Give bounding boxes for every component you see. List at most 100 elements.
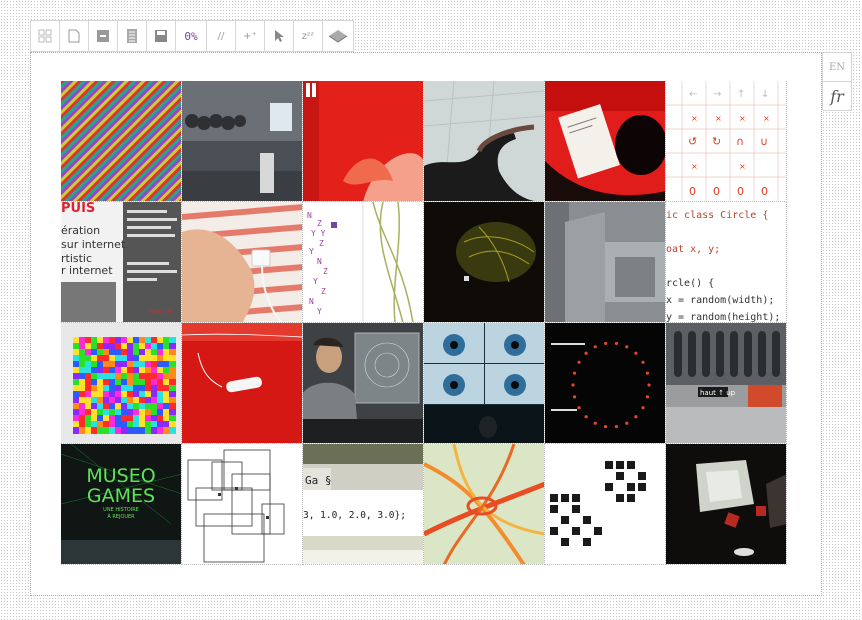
project-tile-man-screen[interactable]: [303, 323, 424, 444]
arrow-symbols-image: ← → ↑ ↓ × × × × × × ↺ ↻ ∩ ∪ 0 0 0 0: [666, 81, 786, 201]
museo-games-image: MUSEO GAMES UNE HISTOIRE À REJOUER: [61, 444, 181, 564]
svg-text:×: ×: [715, 114, 722, 123]
project-tile-stripes[interactable]: [61, 81, 182, 202]
project-tile-vent-device[interactable]: haut ↑ up: [666, 323, 787, 444]
poster-title: PUIS: [61, 202, 95, 216]
man-screen-image: [303, 323, 423, 443]
code-editor-image: Ga § 3, 1.0, 2.0, 3.0};: [303, 444, 423, 564]
project-tile-dark-projection[interactable]: [424, 202, 545, 323]
sleep-button[interactable]: zᶻᶻ: [294, 21, 323, 51]
line-boxes-image: [182, 444, 302, 564]
poster-line: RENT N: [149, 309, 172, 316]
language-fr-button[interactable]: fr: [822, 81, 852, 111]
museo-subtitle: UNE HISTOIRE: [103, 507, 139, 513]
svg-text:Z: Z: [319, 239, 324, 248]
grey-panels-image: [545, 202, 665, 322]
language-en-button[interactable]: EN: [822, 52, 852, 82]
layers-icon: [328, 30, 348, 43]
layers-button[interactable]: [323, 21, 353, 51]
svg-text:×: ×: [691, 162, 698, 171]
svg-text:Y: Y: [313, 277, 318, 286]
project-tile-red-poster[interactable]: [303, 81, 424, 202]
code-line: x = random(width);: [666, 295, 775, 306]
zoom-level[interactable]: 0%: [176, 21, 207, 51]
project-tile-hand-projection[interactable]: [424, 81, 545, 202]
code-line: y = random(height);: [666, 312, 781, 323]
project-tile-pixel-pattern[interactable]: [545, 444, 666, 565]
svg-text:Y Y: Y Y: [311, 229, 326, 238]
comment-button[interactable]: //: [207, 21, 236, 51]
toolbar: 0% // +⁺ zᶻᶻ: [30, 20, 354, 52]
svg-text:←: ←: [689, 89, 697, 100]
project-tile-line-boxes[interactable]: [182, 444, 303, 565]
grid-select-button[interactable]: [31, 21, 60, 51]
gallery-room-image: [182, 81, 302, 201]
svg-text:N: N: [317, 257, 322, 266]
svg-text:↑: ↑: [737, 89, 745, 100]
booklet-image: [545, 81, 665, 201]
project-tile-letter-sketch[interactable]: NZY YZYNZYZNY: [303, 202, 424, 323]
code-line: rcle() {: [666, 278, 715, 289]
letter-sketch-image: NZY YZYNZYZNY: [303, 202, 423, 322]
project-tile-road-map[interactable]: [424, 444, 545, 565]
dark-device-image: [666, 444, 786, 564]
project-tile-dark-device[interactable]: [666, 444, 787, 565]
project-tile-dots-circle[interactable]: [545, 323, 666, 444]
svg-text:∪: ∪: [760, 135, 768, 148]
project-tile-text-poster[interactable]: PUIS ération sur internet rtistic r inte…: [61, 202, 182, 323]
stripes-image: [61, 81, 181, 201]
save-icon: [155, 30, 167, 42]
list-button[interactable]: [118, 21, 147, 51]
project-tile-code-editor[interactable]: Ga § 3, 1.0, 2.0, 3.0};: [303, 444, 424, 565]
project-tile-code-circle[interactable]: ic class Circle { oat x, y; rcle() { x =…: [666, 202, 787, 323]
minimize-button[interactable]: [89, 21, 118, 51]
project-tile-booklet[interactable]: [545, 81, 666, 202]
svg-text:Z: Z: [321, 287, 326, 296]
page-icon: [68, 29, 80, 43]
project-tile-arrow-symbols[interactable]: ← → ↑ ↓ × × × × × × ↺ ↻ ∩ ∪ 0 0 0 0: [666, 81, 787, 202]
code-snippet: ic class Circle { oat x, y; rcle() { x =…: [666, 202, 786, 323]
svg-text:N: N: [309, 297, 314, 306]
red-controller-image: [182, 323, 302, 443]
code-line: oat x, y;: [666, 244, 721, 255]
minus-square-icon: [97, 30, 109, 42]
svg-text:↓: ↓: [761, 89, 769, 100]
road-map-image: [424, 444, 544, 564]
svg-text:0: 0: [761, 185, 768, 198]
project-tile-eyes-performance[interactable]: [424, 323, 545, 444]
editor-code-line: 3, 1.0, 2.0, 3.0};: [303, 510, 406, 521]
dots-circle-image: [545, 323, 665, 443]
svg-text:↺: ↺: [688, 135, 697, 148]
svg-text:×: ×: [763, 114, 770, 123]
svg-text:0: 0: [737, 185, 744, 198]
editor-tab: Ga §: [305, 474, 332, 487]
red-poster-image: [303, 81, 423, 201]
color-mosaic-image: [61, 323, 181, 443]
grid-select-icon: [38, 29, 52, 43]
svg-text:∩: ∩: [736, 135, 744, 148]
project-tile-gallery-room[interactable]: [182, 81, 303, 202]
save-button[interactable]: [147, 21, 176, 51]
svg-text:Y: Y: [309, 247, 314, 256]
add-button[interactable]: +⁺: [236, 21, 265, 51]
project-tile-grey-panels[interactable]: [545, 202, 666, 323]
svg-text:Z: Z: [323, 267, 328, 276]
new-page-button[interactable]: [60, 21, 89, 51]
hand-projection-image: [424, 81, 544, 201]
list-icon: [127, 29, 137, 43]
cursor-button[interactable]: [265, 21, 294, 51]
project-tile-color-mosaic[interactable]: [61, 323, 182, 444]
poster-line: sur internet: [61, 238, 126, 251]
project-tile-arm-sensor[interactable]: [182, 202, 303, 323]
project-grid: ← → ↑ ↓ × × × × × × ↺ ↻ ∩ ∪ 0 0 0 0 PUIS ération sur in…: [61, 81, 787, 565]
project-tile-museo-games[interactable]: MUSEO GAMES UNE HISTOIRE À REJOUER: [61, 444, 182, 565]
haut-up-label: haut ↑ up: [700, 389, 736, 397]
code-line: ic class Circle {: [666, 210, 769, 221]
svg-text:→: →: [713, 89, 721, 100]
project-tile-red-controller[interactable]: [182, 323, 303, 444]
svg-text:×: ×: [739, 162, 746, 171]
museo-subtitle: À REJOUER: [107, 513, 135, 520]
svg-text:×: ×: [739, 114, 746, 123]
pixel-pattern-image: [545, 444, 665, 564]
svg-text:×: ×: [691, 114, 698, 123]
